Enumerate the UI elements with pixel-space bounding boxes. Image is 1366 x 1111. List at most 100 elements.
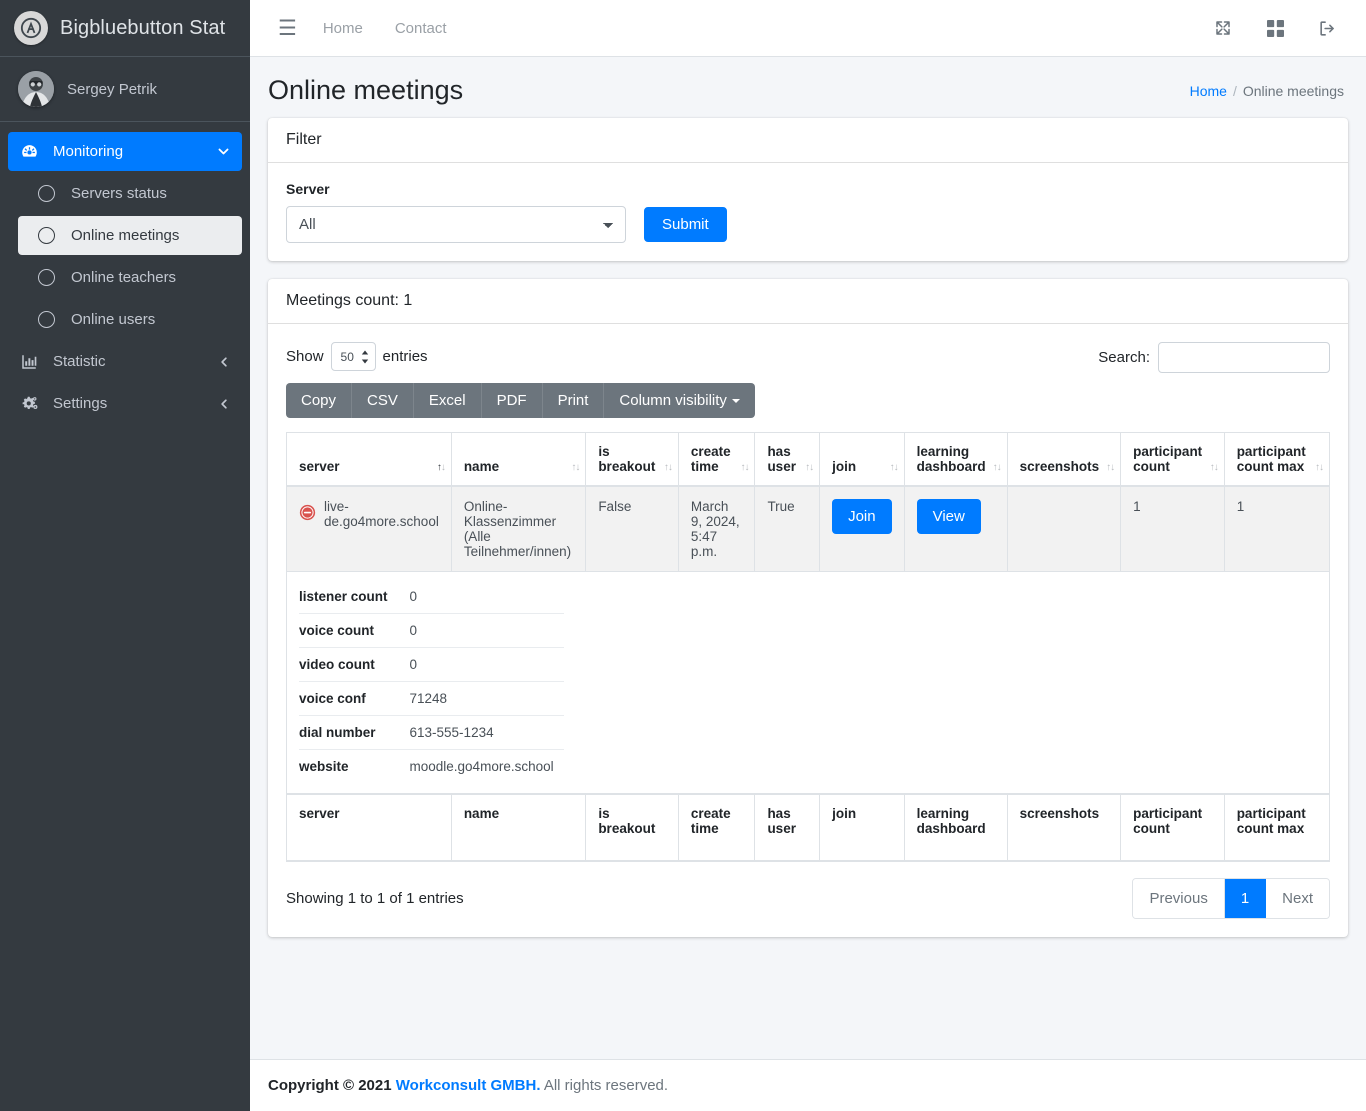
entries-select[interactable]: 50 bbox=[330, 342, 376, 371]
filter-card-body: Server All Submit bbox=[268, 163, 1348, 261]
meetings-card: Meetings count: 1 Show 50 entries Copy C… bbox=[268, 279, 1348, 937]
detail-key: listener count bbox=[299, 580, 410, 614]
circle-icon bbox=[38, 311, 62, 328]
export-buttons: Copy CSV Excel PDF Print Column visibili… bbox=[286, 383, 755, 418]
meeting-details: listener count 0 voice count 0 video cou… bbox=[287, 572, 1329, 793]
expand-arrows-icon[interactable] bbox=[1206, 11, 1240, 45]
table-foot: server name is breakout create time has … bbox=[286, 793, 1331, 862]
cogs-icon bbox=[20, 394, 44, 413]
sidebar-item-online-teachers[interactable]: Online teachers bbox=[18, 258, 242, 297]
brand[interactable]: Bigbluebutton Stat bbox=[0, 0, 250, 57]
detail-key: voice count bbox=[299, 613, 410, 648]
sort-icon: ↑↓ bbox=[436, 462, 446, 473]
detail-value: 613-555-1234 bbox=[409, 715, 564, 750]
cell-is-breakout: False bbox=[585, 485, 679, 572]
sort-icon: ↑↓ bbox=[805, 462, 814, 473]
sidebar-item-label: Online teachers bbox=[71, 269, 177, 286]
datatable-length-block: Show 50 entries Copy CSV Excel PDF Print… bbox=[286, 342, 755, 418]
pagination-page-1[interactable]: 1 bbox=[1224, 879, 1267, 918]
table-info: Showing 1 to 1 of 1 entries bbox=[286, 890, 464, 907]
cell-create-time: March 9, 2024, 5:47 p.m. bbox=[677, 485, 756, 572]
sidebar-item-label: Servers status bbox=[71, 185, 167, 202]
cell-name: Online-Klassenzimmer (Alle Teilnehmer/in… bbox=[450, 485, 587, 572]
search-label: Search: bbox=[1098, 349, 1150, 366]
detail-row: video count 0 bbox=[299, 647, 564, 682]
col-header-join[interactable]: join ↑↓ bbox=[819, 432, 905, 487]
view-dashboard-button[interactable]: View bbox=[916, 499, 981, 534]
pagination-next[interactable]: Next bbox=[1266, 879, 1329, 918]
cell-join: Join bbox=[819, 485, 905, 572]
detail-value: 71248 bbox=[409, 681, 564, 716]
col-header-learning-dashboard[interactable]: learning dashboard ↑↓ bbox=[903, 432, 1008, 487]
server-select[interactable]: All bbox=[286, 206, 626, 243]
detail-table: listener count 0 voice count 0 video cou… bbox=[299, 580, 564, 783]
col-footer-name: name bbox=[450, 793, 587, 862]
sidebar-item-statistic[interactable]: Statistic bbox=[8, 342, 242, 381]
pagination-previous[interactable]: Previous bbox=[1133, 879, 1225, 918]
sort-icon: ↑↓ bbox=[663, 462, 673, 473]
cell-participant-count: 1 bbox=[1120, 485, 1225, 572]
footer-row: server name is breakout create time has … bbox=[286, 793, 1331, 862]
breadcrumb: Home / Online meetings bbox=[1190, 83, 1344, 99]
circle-icon bbox=[38, 185, 62, 202]
topbar-link-home[interactable]: Home bbox=[307, 12, 379, 45]
col-header-screenshots[interactable]: screenshots ↑↓ bbox=[1006, 432, 1122, 487]
sidebar-item-label: Monitoring bbox=[53, 143, 124, 160]
search-control: Search: bbox=[1098, 342, 1330, 373]
bar-chart-icon bbox=[20, 353, 44, 371]
header-row: server ↑↓ name ↑↓ is breakout ↑↓ create … bbox=[286, 432, 1331, 487]
sort-icon: ↑↓ bbox=[889, 462, 899, 473]
sidebar-item-servers-status[interactable]: Servers status bbox=[18, 174, 242, 213]
sidebar-item-online-meetings[interactable]: Online meetings bbox=[18, 216, 242, 255]
col-footer-participant-count-max: participant count max bbox=[1223, 793, 1331, 862]
cell-screenshots bbox=[1006, 485, 1122, 572]
col-footer-learning-dashboard: learning dashboard bbox=[903, 793, 1008, 862]
col-header-create-time[interactable]: create time ↑↓ bbox=[677, 432, 756, 487]
filter-row: All Submit bbox=[286, 206, 1330, 243]
search-input[interactable] bbox=[1158, 342, 1330, 373]
join-button[interactable]: Join bbox=[832, 499, 892, 534]
column-visibility-button[interactable]: Column visibility bbox=[604, 383, 755, 418]
pdf-button[interactable]: PDF bbox=[482, 383, 543, 418]
footer-company-link[interactable]: Workconsult GMBH. bbox=[396, 1077, 541, 1094]
col-header-server[interactable]: server ↑↓ bbox=[286, 432, 452, 487]
col-header-participant-count[interactable]: participant count ↑↓ bbox=[1120, 432, 1225, 487]
col-header-name[interactable]: name ↑↓ bbox=[450, 432, 587, 487]
csv-button[interactable]: CSV bbox=[352, 383, 414, 418]
sort-icon: ↑↓ bbox=[740, 462, 749, 473]
datatable-controls: Show 50 entries Copy CSV Excel PDF Print… bbox=[286, 342, 1330, 418]
breadcrumb-current: Online meetings bbox=[1242, 82, 1344, 99]
hamburger-icon[interactable]: ☰ bbox=[268, 14, 307, 43]
sort-icon: ↑↓ bbox=[571, 462, 580, 473]
topbar-link-contact[interactable]: Contact bbox=[379, 12, 463, 45]
detail-key: voice conf bbox=[299, 681, 410, 716]
meetings-count-header: Meetings count: 1 bbox=[268, 279, 1348, 324]
meetings-table: server ↑↓ name ↑↓ is breakout ↑↓ create … bbox=[286, 432, 1331, 862]
bbb-logo-icon bbox=[14, 11, 48, 45]
chevron-left-icon bbox=[218, 356, 230, 368]
col-footer-join: join bbox=[819, 793, 905, 862]
col-footer-create-time: create time bbox=[677, 793, 756, 862]
table-detail-row: listener count 0 voice count 0 video cou… bbox=[286, 571, 1330, 795]
col-footer-server: server bbox=[286, 793, 452, 862]
user-panel[interactable]: Sergey Petrik bbox=[0, 57, 250, 122]
sign-out-icon[interactable] bbox=[1310, 11, 1344, 45]
submit-button[interactable]: Submit bbox=[644, 207, 727, 242]
col-header-has-user[interactable]: has user ↑↓ bbox=[754, 432, 821, 487]
table-row[interactable]: live-de.go4more.school Online-Klassenzim… bbox=[286, 485, 1331, 572]
sidebar-item-online-users[interactable]: Online users bbox=[18, 300, 242, 339]
col-header-participant-count-max[interactable]: participant count max ↑↓ bbox=[1223, 432, 1331, 487]
sort-icon: ↑↓ bbox=[992, 462, 1002, 473]
grid-squares-icon[interactable] bbox=[1258, 11, 1292, 45]
breadcrumb-home[interactable]: Home bbox=[1190, 83, 1227, 99]
filter-card-header: Filter bbox=[268, 118, 1348, 163]
cell-server: live-de.go4more.school bbox=[286, 485, 452, 572]
col-header-is-breakout[interactable]: is breakout ↑↓ bbox=[585, 432, 679, 487]
brand-title: Bigbluebutton Stat bbox=[60, 16, 226, 39]
sidebar-item-monitoring[interactable]: Monitoring bbox=[8, 132, 242, 171]
entries-label: entries bbox=[382, 348, 428, 365]
copy-button[interactable]: Copy bbox=[286, 383, 353, 418]
print-button[interactable]: Print bbox=[543, 383, 605, 418]
excel-button[interactable]: Excel bbox=[414, 383, 482, 418]
sidebar-item-settings[interactable]: Settings bbox=[8, 384, 242, 423]
